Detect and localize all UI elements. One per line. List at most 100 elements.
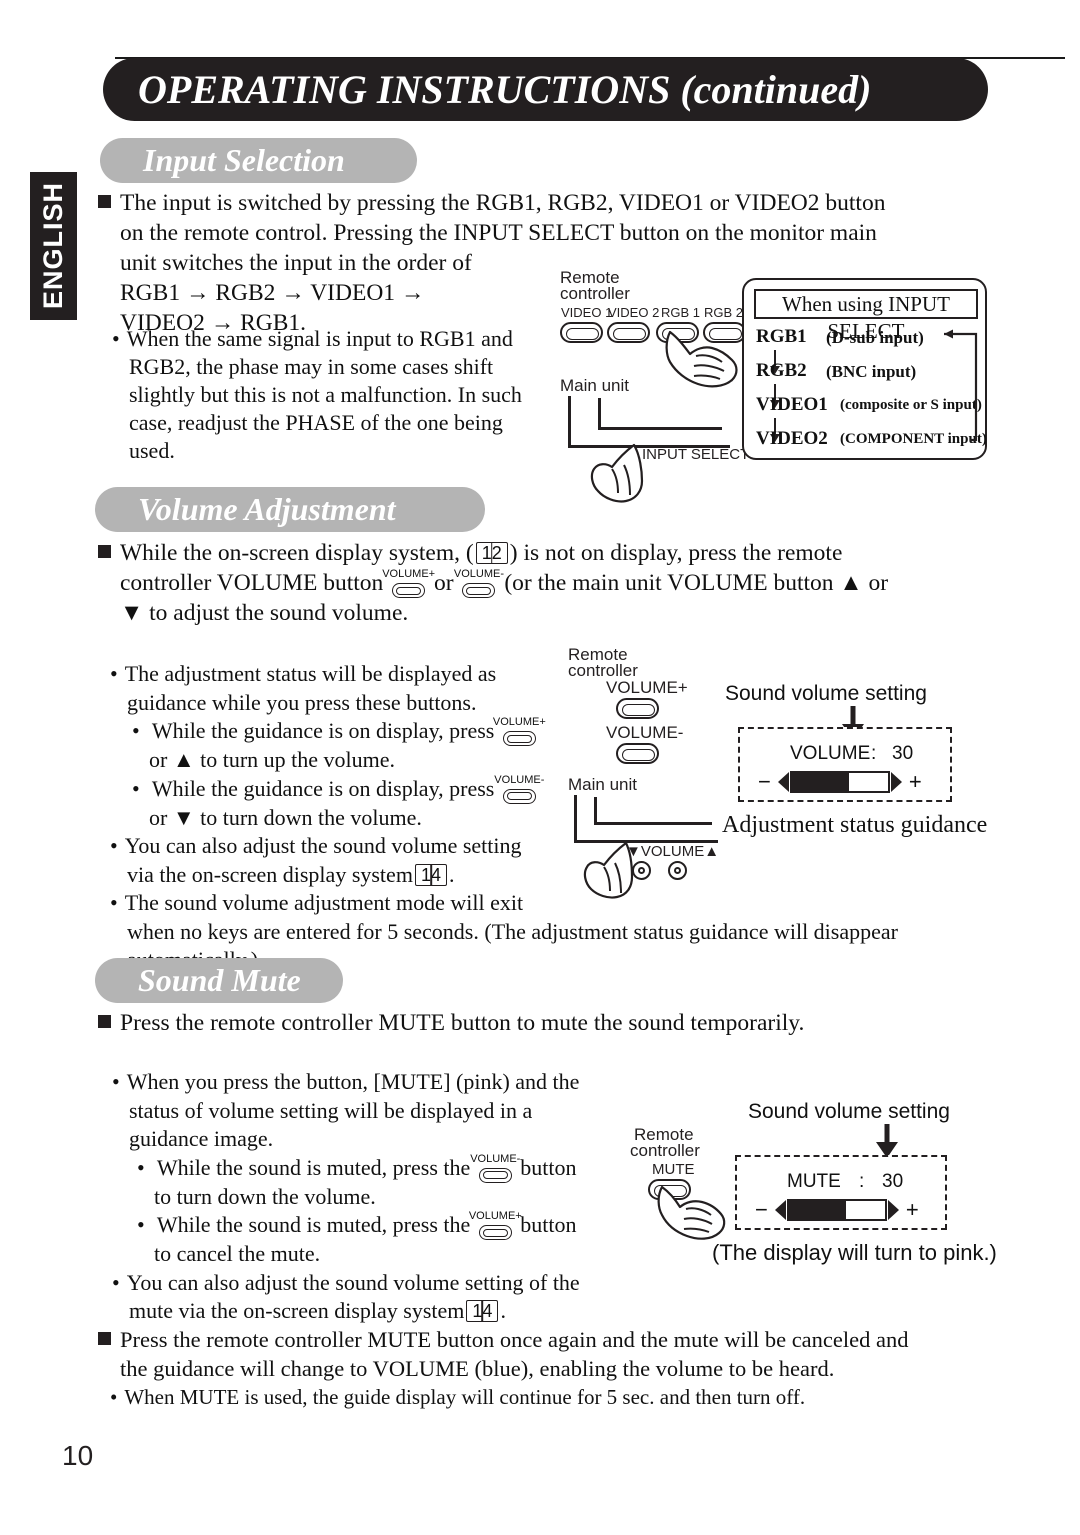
manual-page: ENGLISH OPERATING INSTRUCTIONS (continue… <box>0 0 1080 1535</box>
right-triangle-icon <box>890 772 902 792</box>
page-number: 10 <box>62 1440 94 1471</box>
paragraph-line: The input is switched by pressing the RG… <box>120 190 886 216</box>
bullet-square-icon <box>98 1015 111 1028</box>
remote-button-volume-plus[interactable] <box>616 698 659 719</box>
bullet-line: While the sound is muted, press the <box>156 1212 471 1237</box>
adjustment-status-guidance-caption: Adjustment status guidance <box>722 812 988 838</box>
remote-button-volume-minus-icon: VOLUME- <box>470 1153 520 1183</box>
guidance-separator: : <box>871 743 877 764</box>
pointing-hand-icon <box>657 1185 726 1240</box>
sound-mute-bullets: When you press the button, [MUTE] (pink)… <box>112 1068 580 1326</box>
main-unit-volume-up-button[interactable] <box>668 861 687 880</box>
guidance-label: MUTE <box>787 1171 841 1192</box>
button-glyph-label: VOLUME- <box>453 568 505 580</box>
remote-button-label-video2: VIDEO 2 <box>608 305 660 320</box>
bullet-line: You can also adjust the sound volume set… <box>112 1269 580 1298</box>
language-tab-label: ENGLISH <box>38 182 68 310</box>
main-unit-label: Main unit <box>568 775 637 794</box>
section-heading-input-selection: Input Selection <box>100 138 417 183</box>
note-line: case, readjust the PHASE of the one bein… <box>129 410 503 435</box>
bullet-line: mute via the on-screen display system <box>129 1298 465 1323</box>
note-line: slightly but this is not a malfunction. … <box>129 382 522 407</box>
bullet-line: The sound volume adjustment mode will ex… <box>110 889 898 918</box>
bullet-line: button <box>520 1212 577 1237</box>
bullet-square-icon <box>98 195 111 208</box>
flow-loop-arrow-icon <box>944 329 978 442</box>
intro-text: controller VOLUME button <box>120 570 384 596</box>
page-reference-12[interactable]: 12 <box>475 542 508 564</box>
sound-volume-setting-label: Sound volume setting <box>725 682 927 705</box>
remote-button-volume-minus[interactable] <box>616 743 659 764</box>
button-glyph-label: VOLUME- <box>470 1152 521 1165</box>
plus-sign: + <box>905 1197 919 1222</box>
button-glyph-label: VOLUME+ <box>492 716 546 728</box>
mute-status-guidance: MUTE : 30 − + <box>735 1155 947 1230</box>
sound-mute-statement: Press the remote controller MUTE button … <box>98 1008 804 1038</box>
closing-note: When MUTE is used, the guide display wil… <box>98 1383 909 1412</box>
guidance-label: VOLUME <box>790 743 871 764</box>
minus-sign: − <box>758 769 771 794</box>
bullet-line: when no keys are entered for 5 seconds. … <box>127 918 898 944</box>
guidance-value: 30 <box>892 743 914 764</box>
section-heading-label: Sound Mute <box>138 962 301 998</box>
remote-controller-label: controller <box>630 1141 700 1160</box>
statement-text: Press the remote controller MUTE button … <box>120 1010 805 1036</box>
note-line: When the same signal is input to RGB1 an… <box>112 325 522 353</box>
bullet-line: status of volume setting will be display… <box>129 1097 533 1123</box>
remote-button-label-rgb2: RGB 2 <box>704 305 744 320</box>
bullet-line: While the guidance is on display, press <box>151 718 495 743</box>
bullet-line: button <box>520 1154 577 1180</box>
remote-button-volume-minus-icon: VOLUME- <box>454 569 504 598</box>
figure-input-select-flow: When using INPUT SELECT RGB1 (D-sub inpu… <box>742 278 987 460</box>
main-unit-label: Main unit <box>560 376 629 395</box>
closing-line: Press the remote controller MUTE button … <box>120 1327 909 1352</box>
bullet-line: . <box>448 861 455 887</box>
intro-text: ▼ to adjust the sound volume. <box>120 600 409 626</box>
closing-line: the guidance will change to VOLUME (blue… <box>120 1356 835 1381</box>
main-unit-volume-down-button[interactable] <box>632 861 651 880</box>
volume-bar[interactable]: − + <box>758 771 922 793</box>
remote-button-video1[interactable] <box>560 322 603 343</box>
page-reference-14[interactable]: 14 <box>466 1300 499 1322</box>
remote-button-label-video1: VIDEO 1 <box>561 305 613 320</box>
plus-sign: + <box>908 769 922 794</box>
volume-bar-track <box>786 1199 887 1221</box>
page-reference-14[interactable]: 14 <box>414 863 447 886</box>
mute-volume-bar[interactable]: − + <box>755 1199 919 1221</box>
volume-intro-paragraph: While the on-screen display system, (12)… <box>98 538 888 628</box>
sound-mute-closing: Press the remote controller MUTE button … <box>98 1325 909 1412</box>
button-glyph-label: VOLUME+ <box>382 568 436 580</box>
section-heading-label: Volume Adjustment <box>138 491 396 527</box>
remote-button-video2[interactable] <box>607 322 650 343</box>
note-line: RGB2, the phase may in some cases shift <box>129 354 494 379</box>
bullet-line: guidance image. <box>129 1126 274 1151</box>
bullet-line: to turn down the volume. <box>154 1183 376 1209</box>
section-heading-label: Input Selection <box>143 142 345 178</box>
guidance-value: 30 <box>882 1171 904 1192</box>
paragraph-line: on the remote control. Pressing the INPU… <box>120 220 877 246</box>
button-glyph-label: VOLUME- <box>494 773 545 786</box>
volume-bar-track <box>789 771 890 793</box>
remote-button-volume-plus-icon: VOLUME+ <box>493 717 546 746</box>
bullet-line: While the guidance is on display, press <box>151 775 495 801</box>
intro-text: (or the main unit VOLUME button ▲ or <box>504 570 889 596</box>
button-glyph-label: VOLUME+ <box>468 1210 522 1222</box>
page-title: OPERATING INSTRUCTIONS (continued) <box>103 58 988 121</box>
figure-volume-remote: Remote controller VOLUME+ VOLUME- Main u… <box>568 645 728 899</box>
paragraph-line: unit switches the input in the order of <box>120 250 472 276</box>
volume-adjustment-status-guidance: VOLUME : 30 − + <box>738 727 952 802</box>
input-selection-note: When the same signal is input to RGB1 an… <box>112 325 522 465</box>
remote-button-volume-minus-icon: VOLUME- <box>494 774 544 804</box>
left-triangle-icon <box>774 1200 786 1220</box>
left-triangle-icon <box>777 772 789 792</box>
remote-button-label-rgb1: RGB 1 <box>661 305 701 320</box>
note-line: used. <box>129 438 175 463</box>
intro-text: or <box>434 570 454 596</box>
pointing-hand-icon <box>665 330 738 388</box>
volume-bar-fill <box>788 1201 847 1219</box>
mute-guidance-caption: (The display will turn to pink.) <box>712 1240 997 1265</box>
down-arrow-icon <box>875 1124 899 1158</box>
section-heading-sound-mute: Sound Mute <box>95 958 343 1003</box>
remote-button-label-mute: MUTE <box>652 1161 695 1178</box>
figure-input-select-remote: Remote controller VIDEO 1 VIDEO 2 RGB 1 … <box>560 268 749 503</box>
